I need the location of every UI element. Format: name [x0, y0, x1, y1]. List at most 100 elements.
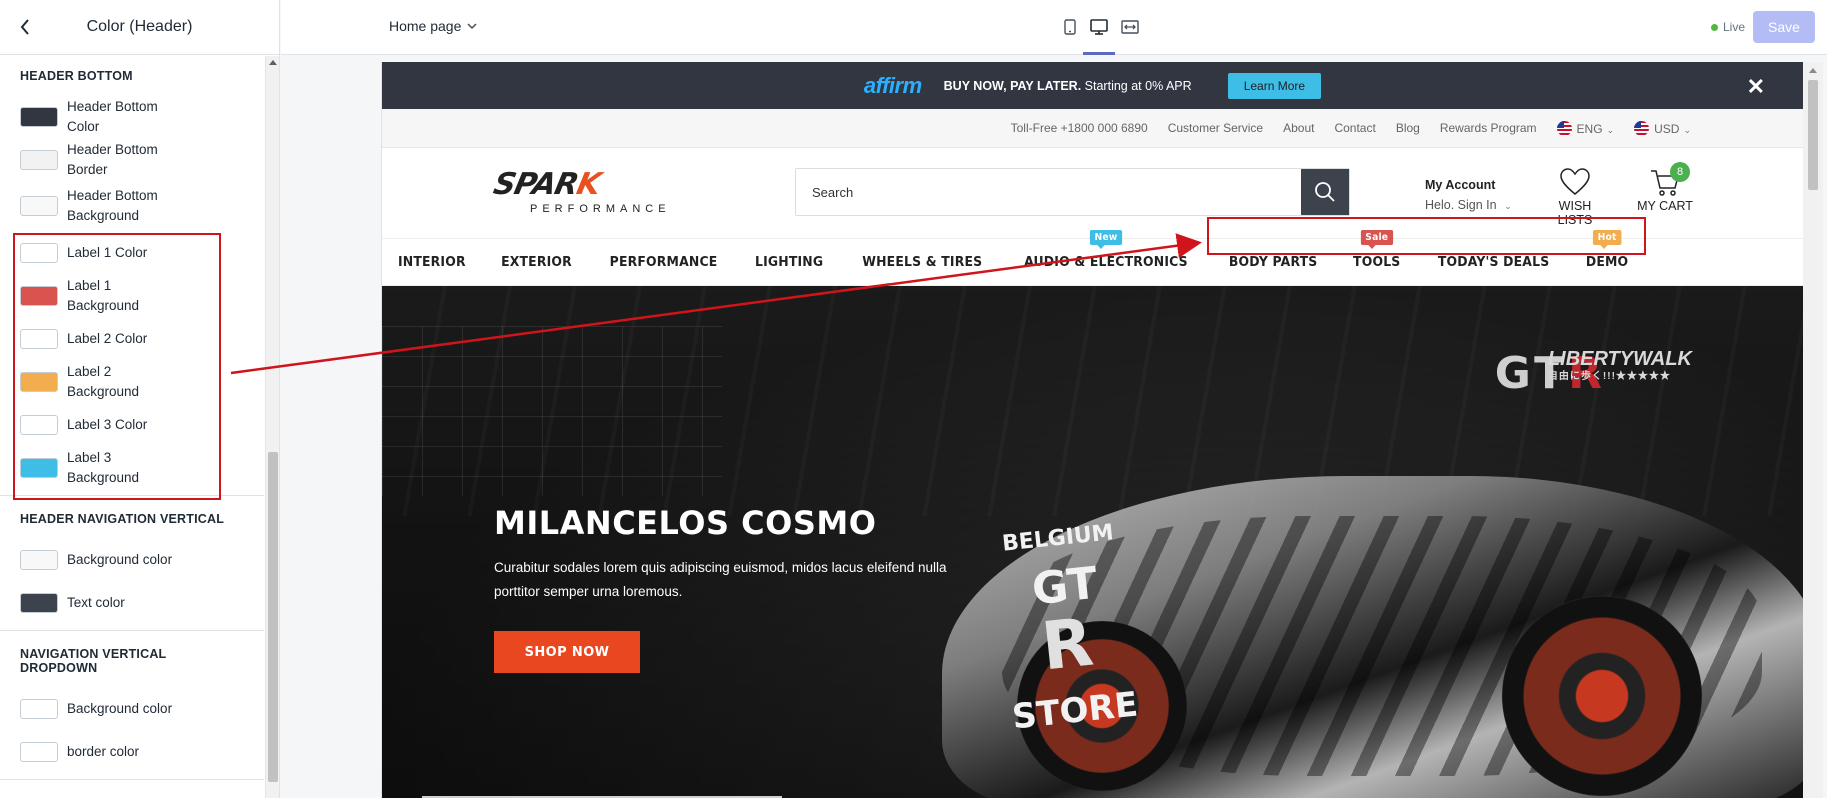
expand-horizontal-icon [1121, 20, 1139, 34]
wishlist-button[interactable]: WISH LISTS [1540, 168, 1610, 227]
wishlist-label: WISH LISTS [1557, 199, 1593, 227]
hero-description: Curabitur sodales lorem quis adipiscing … [494, 560, 947, 599]
section-title: NAVIGATION VERTICAL DROPDOWN [20, 647, 167, 675]
color-swatch[interactable] [20, 457, 58, 478]
store-logo[interactable]: SPARK PERFORMANCE [490, 167, 687, 215]
account-title: My Account [1425, 178, 1496, 192]
setting-label: Label 2 Background [67, 363, 140, 399]
color-setting-row[interactable]: Background color [20, 538, 244, 581]
chevron-down-icon [467, 22, 477, 29]
page-selector-label: Home page [389, 18, 462, 34]
sale-badge: Sale [1361, 230, 1394, 249]
scrollbar-thumb[interactable] [1808, 80, 1818, 190]
color-swatch[interactable] [20, 106, 58, 127]
setting-label: Background color [67, 700, 173, 716]
setting-label: Header Bottom Background [67, 188, 158, 223]
color-swatch[interactable] [20, 698, 58, 719]
currency-selector[interactable]: USD ⌄ [1634, 120, 1691, 136]
color-setting-row[interactable]: Label 1 Color [20, 231, 244, 274]
section-navigation-vertical-dropdown: NAVIGATION VERTICAL DROPDOWN Background … [0, 631, 264, 780]
topnav-link-about[interactable]: About [1283, 121, 1314, 135]
color-swatch[interactable] [20, 371, 58, 392]
menu-item-performance[interactable]: PERFORMANCE [610, 254, 718, 270]
topnav-link-contact[interactable]: Contact [1334, 121, 1375, 135]
live-status: Live [1710, 20, 1745, 34]
fullscreen-view-button[interactable] [1119, 16, 1141, 38]
menu-item-wheels-tires[interactable]: WHEELS & TIRES [862, 254, 982, 270]
menu-item-lighting[interactable]: LIGHTING [755, 254, 823, 270]
close-icon[interactable]: ✕ [1747, 74, 1765, 100]
page-selector[interactable]: Home page [389, 18, 477, 34]
color-swatch[interactable] [20, 285, 58, 306]
logo-wordmark: SPARK [490, 167, 687, 202]
color-swatch[interactable] [20, 741, 58, 762]
libertywalk-tagline: 自由に歩く!!!★★★★★ [1547, 371, 1671, 382]
color-setting-row[interactable]: Header Bottom Border [20, 138, 244, 181]
topnav-link-blog[interactable]: Blog [1396, 121, 1420, 135]
color-setting-row[interactable]: Background color [20, 687, 244, 730]
main-header: SPARK PERFORMANCE My Account Helo. Sign … [382, 148, 1803, 239]
live-status-label: Live [1722, 20, 1745, 34]
color-swatch[interactable] [20, 242, 58, 263]
sign-in-link[interactable]: Helo. Sign In [1425, 198, 1497, 212]
menu-item-label: TOOLS [1353, 254, 1401, 270]
preview-scrollbar[interactable] [1803, 62, 1823, 798]
scroll-up-arrow-icon[interactable] [269, 60, 277, 65]
section-header-bottom: HEADER BOTTOM Header Bottom Color Header… [0, 56, 264, 496]
account-subtitle: Helo. Sign In ⌄ [1425, 195, 1512, 216]
cart-button[interactable]: 8 MY CART [1635, 162, 1695, 213]
menu-item-exterior[interactable]: EXTERIOR [501, 254, 572, 270]
search-input[interactable] [796, 169, 1301, 215]
account-menu[interactable]: My Account Helo. Sign In ⌄ [1425, 175, 1512, 216]
menu-item-demo[interactable]: Hot DEMO [1586, 230, 1628, 270]
menu-item-label: BODY PARTS [1228, 254, 1318, 270]
cart-count-badge: 8 [1670, 162, 1690, 182]
color-setting-row[interactable]: Label 2 Background [20, 360, 244, 403]
topnav-link-customer-service[interactable]: Customer Service [1168, 121, 1263, 135]
sidebar-scrollbar[interactable] [265, 56, 279, 798]
color-swatch[interactable] [20, 414, 58, 435]
sidebar-title: Color (Header) [86, 18, 193, 35]
menu-item-todays-deals[interactable]: TODAY'S DEALS [1438, 254, 1549, 270]
color-swatch[interactable] [20, 328, 58, 349]
shop-now-button[interactable]: SHOP NOW [494, 631, 640, 673]
top-nav: Toll-Free +1800 000 6890 Customer Servic… [382, 109, 1803, 148]
phone-number: Toll-Free +1800 000 6890 [1010, 121, 1148, 135]
settings-sidebar: Color (Header) HEADER BOTTOM Header Bott… [0, 0, 280, 798]
color-swatch[interactable] [20, 592, 58, 613]
language-selector[interactable]: ENG ⌄ [1556, 120, 1614, 136]
menu-item-label: AUDIO & ELECTRONICS [1024, 254, 1189, 270]
search-button[interactable] [1301, 169, 1349, 215]
color-setting-row[interactable]: Label 1 Background [20, 274, 244, 317]
color-setting-row[interactable]: Label 2 Color [20, 317, 244, 360]
color-swatch[interactable] [20, 196, 58, 216]
editor-toolbar: Home page Live Save [281, 0, 1827, 55]
scroll-up-arrow-icon[interactable] [1809, 68, 1817, 73]
topnav-link-rewards[interactable]: Rewards Program [1440, 121, 1537, 135]
color-swatch[interactable] [20, 149, 58, 170]
menu-item-label: LIGHTING [755, 254, 824, 270]
main-menu: INTERIOR EXTERIOR PERFORMANCE LIGHTING W… [382, 230, 1803, 286]
scrollbar-thumb[interactable] [268, 452, 278, 782]
learn-more-button[interactable]: Learn More [1227, 72, 1322, 99]
save-button[interactable]: Save [1753, 11, 1815, 43]
new-badge: New [1090, 230, 1123, 249]
menu-item-interior[interactable]: INTERIOR [398, 254, 466, 270]
menu-item-tools[interactable]: Sale TOOLS [1353, 230, 1401, 270]
menu-item-audio-electronics[interactable]: New AUDIO & ELECTRONICS [1024, 230, 1189, 270]
color-swatch[interactable] [20, 549, 58, 570]
menu-item-body-parts[interactable]: BODY PARTS [1229, 254, 1318, 270]
back-button[interactable] [12, 14, 38, 40]
hot-badge: Hot [1593, 230, 1622, 249]
color-setting-row[interactable]: border color [20, 730, 244, 773]
color-setting-row[interactable]: Label 3 Color [20, 403, 244, 446]
color-setting-row[interactable]: Text color [20, 581, 244, 624]
desktop-view-button[interactable] [1088, 16, 1110, 38]
section-title: HEADER NAVIGATION VERTICAL [20, 512, 225, 526]
color-setting-row[interactable]: Label 3 Background [20, 446, 244, 489]
color-setting-row[interactable]: Header Bottom Color [20, 95, 244, 138]
logo-wordmark-main: SPAR [490, 167, 581, 202]
libertywalk-logo: LIBERTYWALK 自由に歩く!!!★★★★★ [1547, 349, 1692, 386]
color-setting-row[interactable]: Header Bottom Background [20, 181, 244, 231]
mobile-view-button[interactable] [1059, 16, 1081, 38]
